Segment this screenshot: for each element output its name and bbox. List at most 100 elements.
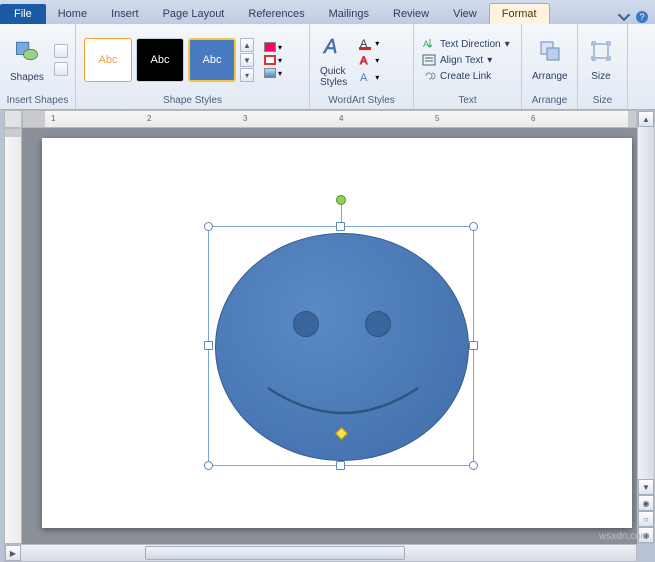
file-tab[interactable]: File bbox=[0, 4, 46, 24]
group-text: A Text Direction ▾ Align Text ▾ Create L… bbox=[414, 24, 522, 109]
shape-selection-box[interactable] bbox=[208, 226, 474, 466]
shape-style-gallery: Abc Abc Abc ▲ ▼ ▾ bbox=[80, 34, 258, 86]
resize-handle-br[interactable] bbox=[469, 461, 478, 470]
size-button[interactable]: Size bbox=[582, 36, 620, 84]
tab-format[interactable]: Format bbox=[489, 3, 550, 24]
watermark-text: wsxdn.com bbox=[599, 531, 649, 542]
rotation-handle[interactable] bbox=[336, 195, 346, 205]
ruler-mark: 2 bbox=[147, 114, 151, 123]
group-size: Size Size bbox=[578, 24, 628, 109]
shapes-button[interactable]: Shapes bbox=[4, 35, 50, 85]
tab-references[interactable]: References bbox=[236, 4, 316, 24]
tab-review[interactable]: Review bbox=[381, 4, 441, 24]
tab-view[interactable]: View bbox=[441, 4, 489, 24]
link-icon bbox=[422, 69, 436, 83]
svg-text:A: A bbox=[360, 55, 368, 67]
resize-handle-mt[interactable] bbox=[336, 222, 345, 231]
ruler-mark: 4 bbox=[339, 114, 343, 123]
arrange-icon bbox=[537, 38, 563, 69]
gallery-up-icon[interactable]: ▲ bbox=[240, 38, 254, 52]
create-link-label: Create Link bbox=[440, 71, 491, 82]
quick-styles-label: QuickStyles bbox=[320, 66, 347, 88]
ruler-mark: 6 bbox=[531, 114, 535, 123]
shapes-label: Shapes bbox=[10, 72, 44, 83]
minimize-ribbon-icon[interactable] bbox=[617, 10, 631, 24]
resize-handle-tr[interactable] bbox=[469, 222, 478, 231]
vertical-ruler[interactable] bbox=[4, 128, 22, 544]
shape-effects-button[interactable]: ▾ bbox=[264, 68, 282, 78]
style-swatch-1[interactable]: Abc bbox=[84, 38, 132, 82]
tab-home[interactable]: Home bbox=[46, 4, 99, 24]
ribbon-tabstrip: File Home Insert Page Layout References … bbox=[0, 0, 655, 24]
ribbon: Shapes Insert Shapes Abc Abc Abc ▲ ▼ ▾ bbox=[0, 24, 655, 110]
arrange-label: Arrange bbox=[532, 71, 568, 82]
document-viewport[interactable] bbox=[22, 128, 637, 544]
tab-page-layout[interactable]: Page Layout bbox=[151, 4, 237, 24]
gallery-more-icon[interactable]: ▾ bbox=[240, 68, 254, 82]
group-insert-shapes: Shapes Insert Shapes bbox=[0, 24, 76, 109]
group-label-wordart: WordArt Styles bbox=[314, 94, 409, 107]
group-label-arrange: Arrange bbox=[526, 94, 573, 107]
smiley-mouth bbox=[263, 383, 423, 433]
tab-mailings[interactable]: Mailings bbox=[317, 4, 381, 24]
style-swatch-3[interactable]: Abc bbox=[188, 38, 236, 82]
text-direction-label: Text Direction bbox=[440, 39, 501, 50]
group-shape-styles: Abc Abc Abc ▲ ▼ ▾ ▾ ▾ ▾ Shape Styles bbox=[76, 24, 310, 109]
shapes-icon bbox=[13, 37, 41, 70]
group-label-shape-styles: Shape Styles bbox=[80, 94, 305, 107]
browse-object-button[interactable]: ○ bbox=[638, 511, 654, 527]
style-swatch-2[interactable]: Abc bbox=[136, 38, 184, 82]
svg-text:A: A bbox=[360, 72, 368, 84]
text-outline-button[interactable]: A▾ bbox=[359, 53, 379, 67]
text-direction-icon: A bbox=[422, 37, 436, 51]
vertical-scrollbar[interactable]: ▲ ▼ ◉ ○ ◉ bbox=[637, 110, 655, 544]
text-fill-button[interactable]: A▾ bbox=[359, 36, 379, 50]
ruler-mark: 5 bbox=[435, 114, 439, 123]
resize-handle-bl[interactable] bbox=[204, 461, 213, 470]
size-label: Size bbox=[591, 71, 610, 82]
horizontal-ruler[interactable]: 1 2 3 4 5 6 bbox=[22, 110, 637, 128]
gallery-down-icon[interactable]: ▼ bbox=[240, 53, 254, 67]
align-text-button[interactable]: Align Text ▾ bbox=[422, 53, 510, 67]
create-link-button[interactable]: Create Link bbox=[422, 69, 510, 83]
text-effects-button[interactable]: A▾ bbox=[359, 70, 379, 84]
ruler-corner bbox=[4, 110, 22, 128]
resize-handle-mb[interactable] bbox=[336, 461, 345, 470]
smiley-eye-right bbox=[365, 311, 391, 337]
align-text-icon bbox=[422, 53, 436, 67]
group-wordart-styles: A QuickStyles A▾ A▾ A▾ WordArt Styles bbox=[310, 24, 414, 109]
svg-text:?: ? bbox=[639, 12, 644, 22]
arrange-button[interactable]: Arrange bbox=[526, 36, 574, 84]
scroll-down-button[interactable]: ▼ bbox=[638, 479, 654, 495]
scroll-up-button[interactable]: ▲ bbox=[638, 111, 654, 127]
group-label-size: Size bbox=[582, 94, 623, 107]
tab-insert[interactable]: Insert bbox=[99, 4, 151, 24]
size-icon bbox=[588, 38, 614, 69]
chevron-down-icon: ▾ bbox=[278, 56, 282, 65]
text-box-button[interactable] bbox=[54, 62, 68, 76]
edit-shape-button[interactable] bbox=[54, 44, 68, 58]
group-arrange: Arrange Arrange bbox=[522, 24, 578, 109]
wordart-icon: A bbox=[321, 33, 347, 64]
horizontal-scrollbar[interactable]: ◀ ▶ bbox=[4, 544, 637, 562]
svg-text:A: A bbox=[323, 36, 337, 58]
ruler-mark: 3 bbox=[243, 114, 247, 123]
chevron-down-icon: ▾ bbox=[278, 69, 282, 78]
shape-fill-button[interactable]: ▾ bbox=[264, 42, 282, 52]
prev-page-button[interactable]: ◉ bbox=[638, 495, 654, 511]
shape-outline-button[interactable]: ▾ bbox=[264, 55, 282, 65]
document-page[interactable] bbox=[42, 138, 632, 528]
hscroll-thumb[interactable] bbox=[145, 546, 405, 560]
text-direction-button[interactable]: A Text Direction ▾ bbox=[422, 37, 510, 51]
resize-handle-mr[interactable] bbox=[469, 341, 478, 350]
quick-styles-button[interactable]: A QuickStyles bbox=[314, 31, 353, 90]
scroll-right-button[interactable]: ▶ bbox=[5, 545, 21, 561]
help-icon[interactable]: ? bbox=[635, 10, 649, 24]
group-label-text: Text bbox=[418, 94, 517, 107]
align-text-label: Align Text bbox=[440, 55, 483, 66]
resize-handle-ml[interactable] bbox=[204, 341, 213, 350]
svg-text:A: A bbox=[423, 39, 429, 49]
resize-handle-tl[interactable] bbox=[204, 222, 213, 231]
ruler-mark: 1 bbox=[51, 114, 55, 123]
smiley-eye-left bbox=[293, 311, 319, 337]
